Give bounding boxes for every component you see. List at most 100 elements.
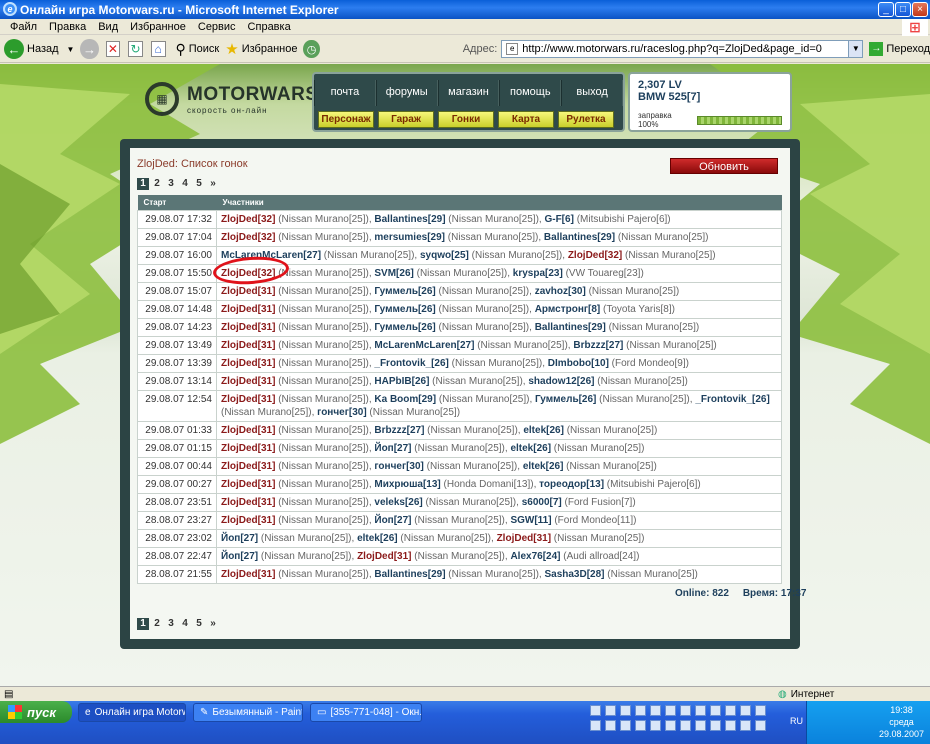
tray-app-icon[interactable] — [740, 705, 751, 716]
language-indicator[interactable]: RU — [790, 716, 803, 726]
tray-app-icon[interactable] — [650, 720, 661, 731]
tray-app-icon[interactable] — [665, 705, 676, 716]
participant-link[interactable]: Ballantines[29] — [374, 569, 445, 580]
pager-next[interactable]: » — [207, 178, 219, 190]
participant-link[interactable]: ZlojDed[31] — [221, 376, 275, 387]
participant-link[interactable]: eltek[26] — [523, 461, 564, 472]
participant-link[interactable]: Ballantines[29] — [544, 232, 615, 243]
participant-link[interactable]: _Frontovik_[26] — [695, 394, 769, 405]
tray-clock[interactable]: 19:38 среда 29.08.2007 — [879, 704, 924, 740]
refresh-button[interactable]: Обновить — [670, 158, 778, 174]
participant-link[interactable]: SVM[26] — [374, 268, 413, 279]
participant-link[interactable]: ZlojDed[31] — [221, 461, 275, 472]
tray-app-icon[interactable] — [650, 705, 661, 716]
tray-app-icon[interactable] — [710, 705, 721, 716]
maximize-button[interactable]: □ — [895, 2, 911, 17]
minimize-button[interactable]: _ — [878, 2, 894, 17]
tray-app-icon[interactable] — [665, 720, 676, 731]
stop-icon[interactable]: ✕ — [105, 41, 121, 57]
pager-page[interactable]: 3 — [165, 618, 177, 630]
participant-link[interactable]: ZlojDed[31] — [221, 497, 275, 508]
nav-shop[interactable]: магазин — [437, 80, 500, 106]
participant-link[interactable]: ZlojDed[31] — [221, 304, 275, 315]
nav-races[interactable]: Гонки — [438, 111, 494, 128]
tray-app-icon[interactable] — [740, 720, 751, 731]
tray-app-icon[interactable] — [710, 720, 721, 731]
participant-link[interactable]: veleks[26] — [374, 497, 422, 508]
participant-link[interactable]: Alex76[24] — [510, 551, 560, 562]
participant-link[interactable]: _Frontovik_[26] — [374, 358, 448, 369]
participant-link[interactable]: DImbobo[10] — [548, 358, 609, 369]
tray-app-icon[interactable] — [695, 720, 706, 731]
favorites-button[interactable]: ★ Избранное — [225, 40, 297, 58]
participant-link[interactable]: Гуммель[26] — [535, 394, 596, 405]
participant-link[interactable]: ZlojDed[32] — [568, 250, 622, 261]
nav-logout[interactable]: выход — [561, 80, 623, 106]
forward-arrow-icon[interactable]: → — [80, 39, 99, 59]
tray-app-icon[interactable] — [680, 720, 691, 731]
address-bar[interactable]: e http://www.motorwars.ru/raceslog.php?q… — [501, 40, 864, 58]
menu-help[interactable]: Справка — [248, 21, 291, 33]
participant-link[interactable]: ZlojDed[31] — [221, 425, 275, 436]
start-button[interactable]: пуск — [0, 701, 72, 723]
tray-app-icon[interactable] — [725, 705, 736, 716]
nav-help[interactable]: помощь — [499, 80, 562, 106]
nav-garage[interactable]: Гараж — [378, 111, 434, 128]
participant-link[interactable]: Brbzzz[27] — [573, 340, 623, 351]
participant-link[interactable]: Гуммель[26] — [374, 322, 435, 333]
tray-app-icon[interactable] — [725, 720, 736, 731]
participant-link[interactable]: ZlojDed[31] — [221, 340, 275, 351]
tray-app-icon[interactable] — [695, 705, 706, 716]
refresh-icon[interactable]: ↻ — [128, 41, 143, 57]
participant-link[interactable]: Ka Boom[29] — [374, 394, 436, 405]
pager-page[interactable]: 1 — [137, 618, 149, 630]
participant-link[interactable]: ZlojDed[31] — [221, 569, 275, 580]
nav-map[interactable]: Карта — [498, 111, 554, 128]
participant-link[interactable]: ZlojDed[31] — [221, 515, 275, 526]
participant-link[interactable]: SGW[11] — [510, 515, 551, 526]
participant-link[interactable]: mersumies[29] — [374, 232, 445, 243]
participant-link[interactable]: ZlojDed[32] — [221, 232, 275, 243]
home-icon[interactable]: ⌂ — [150, 41, 166, 57]
tray-app-icon[interactable] — [620, 705, 631, 716]
participant-link[interactable]: Армстронг[8] — [535, 304, 601, 315]
address-dropdown-icon[interactable]: ▼ — [848, 41, 863, 57]
close-button[interactable]: × — [912, 2, 928, 17]
pager-page[interactable]: 5 — [193, 178, 205, 190]
menu-view[interactable]: Вид — [98, 21, 118, 33]
participant-link[interactable]: Sasha3D[28] — [544, 569, 604, 580]
history-icon[interactable]: ◷ — [303, 40, 320, 58]
participant-link[interactable]: Михрюша[13] — [374, 479, 440, 490]
tray-app-icon[interactable] — [635, 720, 646, 731]
pager-page[interactable]: 2 — [151, 178, 163, 190]
nav-mail[interactable]: почта — [314, 80, 376, 106]
participant-link[interactable]: ZlojDed[31] — [221, 443, 275, 454]
participant-link[interactable]: HAPbIB[26] — [374, 376, 429, 387]
participant-link[interactable]: shadow12[26] — [528, 376, 594, 387]
pager-page[interactable]: 1 — [137, 178, 149, 190]
pager-next[interactable]: » — [207, 618, 219, 630]
nav-forums[interactable]: форумы — [375, 80, 438, 106]
participant-link[interactable]: ZlojDed[31] — [221, 479, 275, 490]
participant-link[interactable]: ZlojDed[31] — [221, 358, 275, 369]
task-ie[interactable]: eОнлайн игра Motorw... — [78, 703, 186, 722]
task-chat[interactable]: ▭ [355-771-048] - Окн... — [310, 703, 422, 722]
participant-link[interactable]: Йоп[27] — [221, 533, 258, 544]
tray-app-icon[interactable] — [590, 705, 601, 716]
menu-edit[interactable]: Правка — [49, 21, 86, 33]
tray-app-icon[interactable] — [755, 705, 766, 716]
participant-link[interactable]: eltek[26] — [523, 425, 564, 436]
participant-link[interactable]: G-F[6] — [544, 214, 573, 225]
participant-link[interactable]: ZlojDed[31] — [357, 551, 411, 562]
participant-link[interactable]: eltek[26] — [357, 533, 398, 544]
participant-link[interactable]: гончег[30] — [374, 461, 424, 472]
pager-page[interactable]: 4 — [179, 178, 191, 190]
participant-link[interactable]: ZlojDed[31] — [221, 322, 275, 333]
participant-link[interactable]: zavhoz[30] — [535, 286, 586, 297]
pager-page[interactable]: 3 — [165, 178, 177, 190]
participant-link[interactable]: Йоп[27] — [221, 551, 258, 562]
participant-link[interactable]: kryspa[23] — [513, 268, 563, 279]
participant-link[interactable]: тореодор[13] — [539, 479, 604, 490]
tray-app-icon[interactable] — [590, 720, 601, 731]
back-button[interactable]: ← Назад ▼ — [4, 39, 74, 59]
